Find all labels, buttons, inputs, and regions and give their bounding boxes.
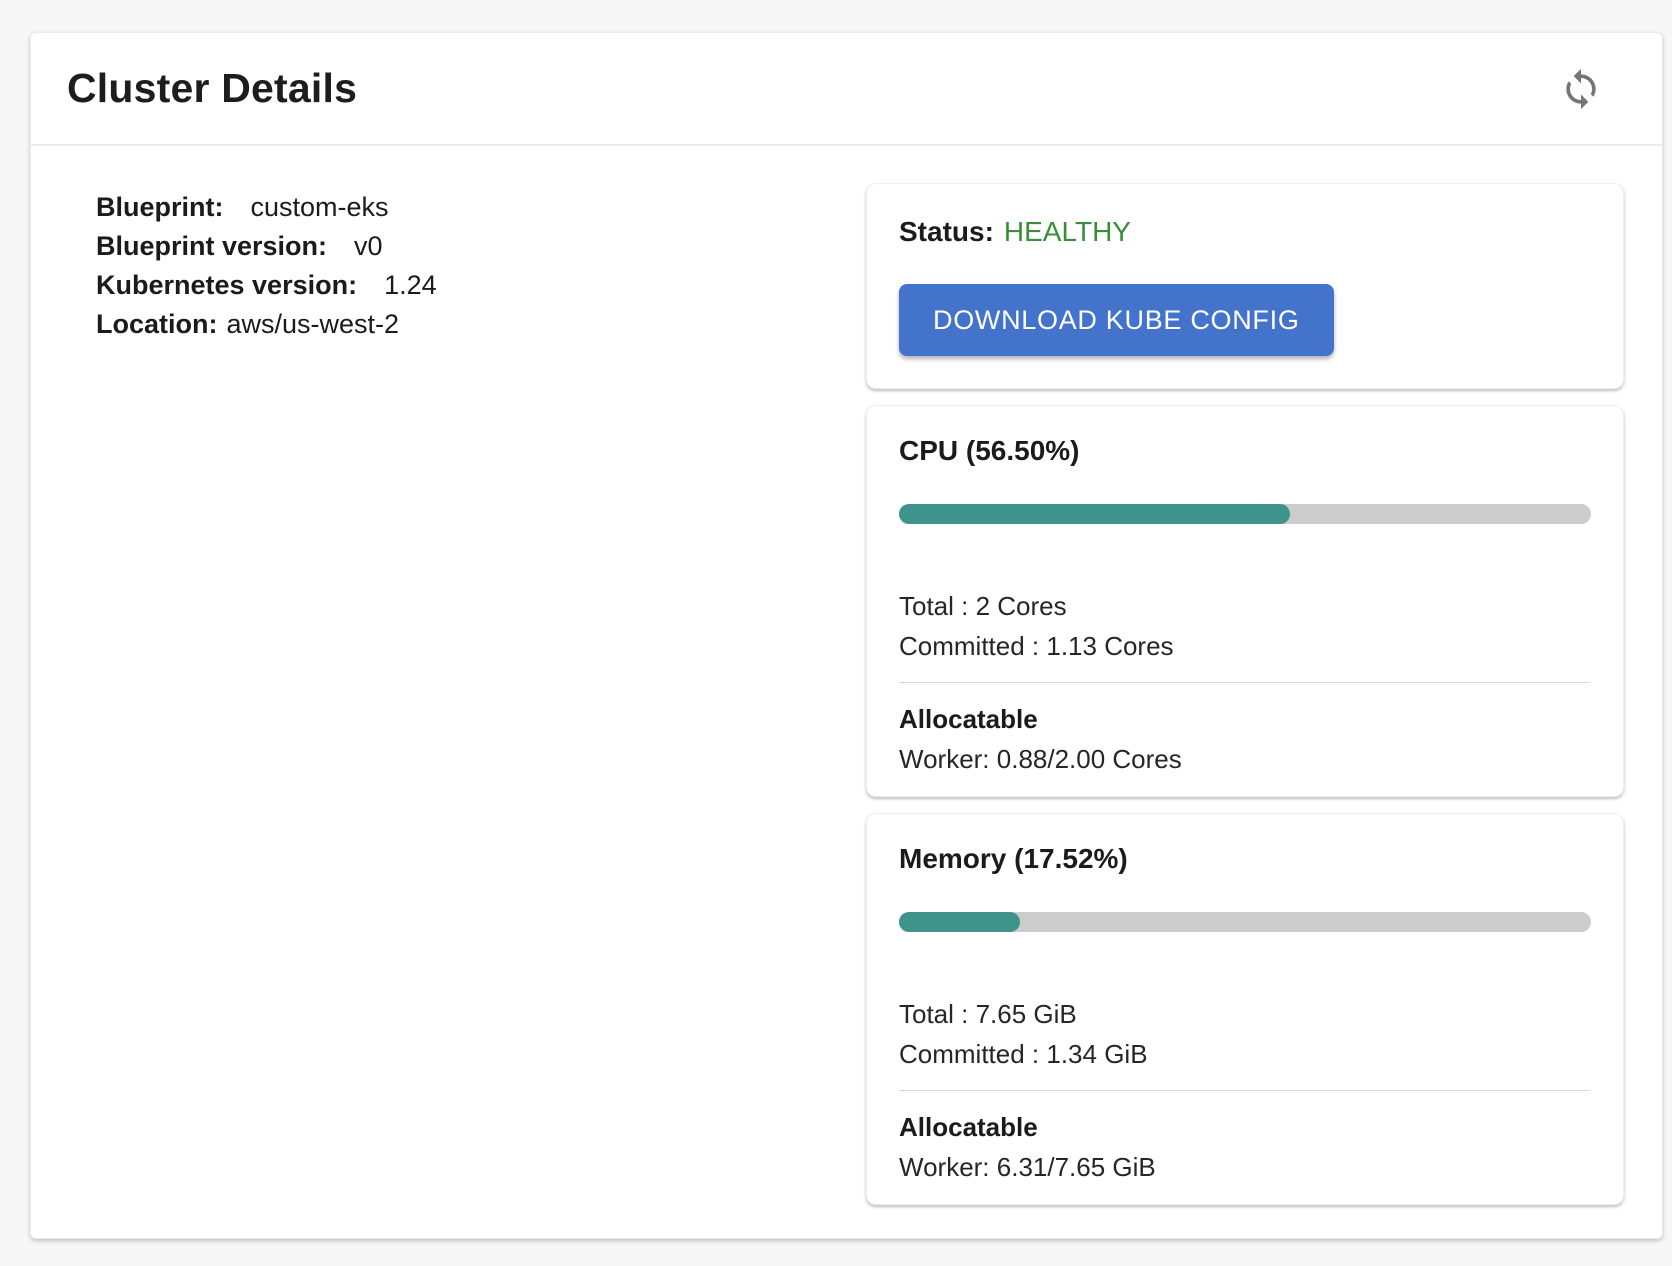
detail-kubernetes-version: Kubernetes version: 1.24	[96, 266, 866, 305]
detail-value: aws/us-west-2	[227, 309, 400, 339]
panel-body: Blueprint: custom-eks Blueprint version: v…	[31, 146, 1662, 1205]
cpu-title: CPU (56.50%)	[899, 434, 1591, 468]
detail-blueprint-version: Blueprint version: v0	[96, 227, 866, 266]
metrics-column: Status: HEALTHY DOWNLOAD KUBE CONFIG CPU …	[866, 183, 1624, 1205]
detail-value: 1.24	[384, 270, 437, 300]
refresh-button[interactable]	[1558, 66, 1604, 112]
panel-header: Cluster Details	[31, 33, 1662, 146]
cpu-allocatable-label: Allocatable	[899, 699, 1591, 739]
detail-label: Kubernetes version:	[96, 270, 357, 300]
divider	[899, 682, 1591, 683]
refresh-sync-icon	[1559, 67, 1603, 111]
memory-progress-bar	[899, 912, 1591, 932]
status-line: Status: HEALTHY	[899, 210, 1591, 254]
status-badge: HEALTHY	[1004, 216, 1131, 247]
cpu-allocatable-value: Worker: 0.88/2.00 Cores	[899, 739, 1591, 779]
cluster-details-panel: Cluster Details Blueprint: custom-eks Blu…	[30, 32, 1663, 1239]
memory-allocatable-value: Worker: 6.31/7.65 GiB	[899, 1147, 1591, 1187]
detail-value: v0	[354, 231, 383, 261]
memory-total: Total : 7.65 GiB	[899, 994, 1591, 1034]
cluster-info-list: Blueprint: custom-eks Blueprint version: v…	[66, 183, 866, 1205]
memory-committed: Committed : 1.34 GiB	[899, 1034, 1591, 1074]
status-label: Status:	[899, 216, 994, 247]
cpu-progress-fill	[899, 504, 1290, 524]
detail-value: custom-eks	[251, 192, 389, 222]
memory-progress-fill	[899, 912, 1020, 932]
cpu-progress-bar	[899, 504, 1591, 524]
cpu-committed: Committed : 1.13 Cores	[899, 626, 1591, 666]
page-title: Cluster Details	[67, 65, 357, 112]
cpu-card: CPU (56.50%) Total : 2 Cores Committed :…	[866, 405, 1624, 797]
detail-location: Location: aws/us-west-2	[96, 305, 866, 344]
detail-blueprint: Blueprint: custom-eks	[96, 188, 866, 227]
cpu-total: Total : 2 Cores	[899, 586, 1591, 626]
detail-label: Location:	[96, 309, 218, 339]
divider	[899, 1090, 1591, 1091]
detail-label: Blueprint version:	[96, 231, 327, 261]
memory-card: Memory (17.52%) Total : 7.65 GiB Committ…	[866, 813, 1624, 1205]
memory-allocatable-label: Allocatable	[899, 1107, 1591, 1147]
download-kube-config-button[interactable]: DOWNLOAD KUBE CONFIG	[899, 284, 1334, 356]
detail-label: Blueprint:	[96, 192, 224, 222]
status-card: Status: HEALTHY DOWNLOAD KUBE CONFIG	[866, 183, 1624, 389]
memory-title: Memory (17.52%)	[899, 842, 1591, 876]
